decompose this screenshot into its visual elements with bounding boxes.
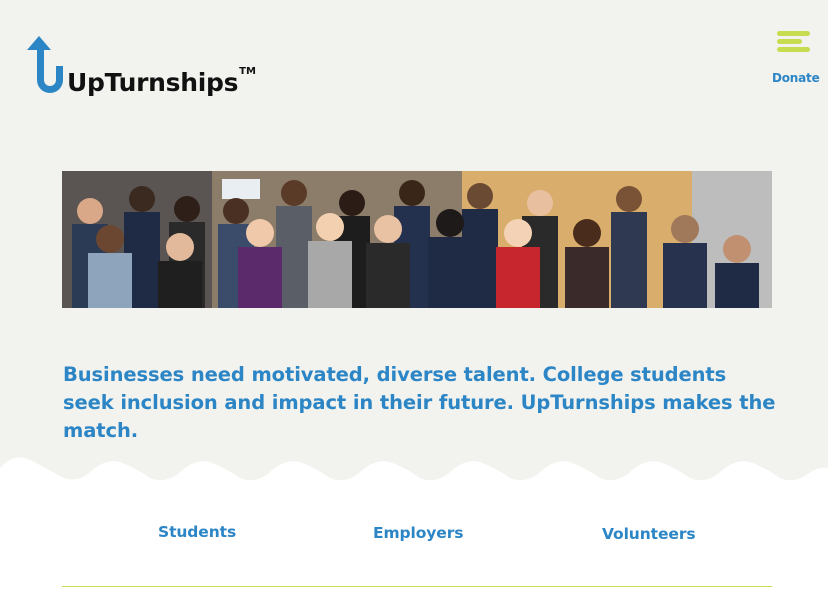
nav-employers-link[interactable]: Employers bbox=[373, 524, 463, 542]
logo-link[interactable]: UpTurnships TM bbox=[27, 36, 256, 96]
logo-text: UpTurnships bbox=[67, 68, 239, 97]
logo-trademark: TM bbox=[239, 66, 256, 77]
menu-bar bbox=[777, 31, 810, 36]
wavy-divider bbox=[0, 457, 828, 488]
menu-icon[interactable] bbox=[777, 31, 810, 53]
upturnships-arrow-icon bbox=[27, 36, 63, 93]
menu-bar bbox=[777, 39, 802, 44]
group-photo-illustration bbox=[62, 171, 772, 308]
nav-volunteers-link[interactable]: Volunteers bbox=[602, 525, 696, 543]
menu-bar bbox=[777, 47, 810, 52]
hero-group-photo bbox=[62, 171, 772, 308]
tagline-text: Businesses need motivated, diverse talen… bbox=[63, 363, 776, 442]
nav-students-link[interactable]: Students bbox=[158, 523, 236, 541]
donate-link[interactable]: Donate bbox=[772, 71, 820, 85]
section-divider bbox=[62, 586, 772, 587]
